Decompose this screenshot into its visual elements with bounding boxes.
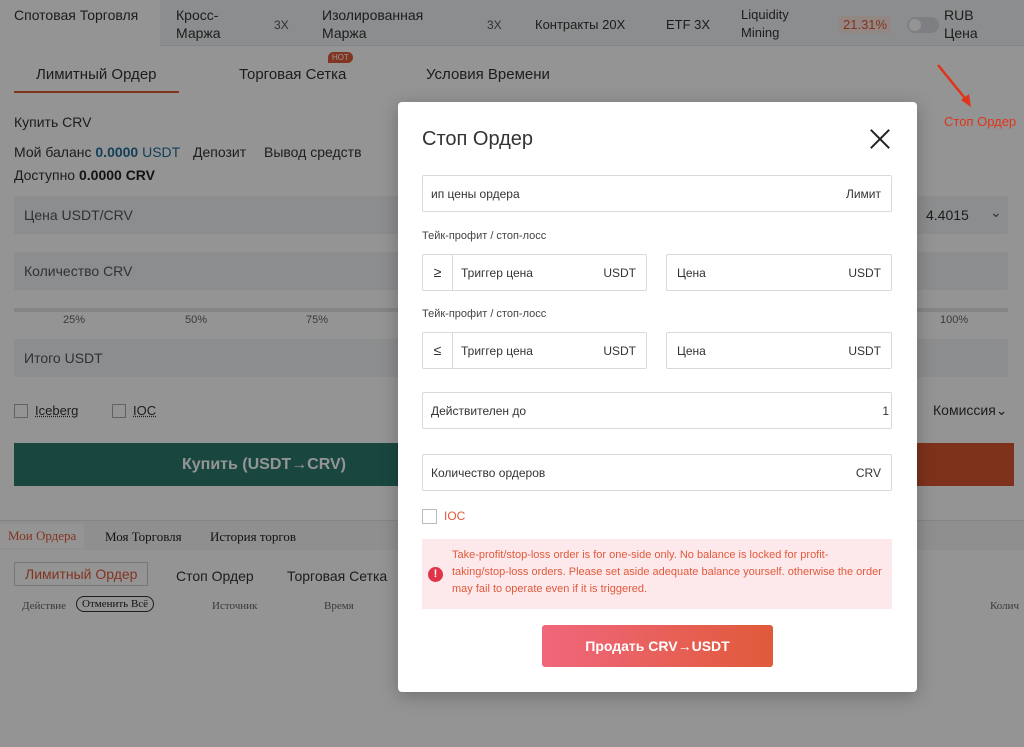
valid-until-label: Действителен до: [431, 404, 527, 418]
price-input-2[interactable]: Цена USDT: [666, 332, 892, 369]
order-count-unit: CRV: [855, 466, 881, 480]
trigger-price-label-2: Триггер цена: [461, 344, 533, 358]
stop-order-modal: Стоп Ордер ип цены ордера Лимит Тейк-про…: [398, 102, 917, 692]
trigger-price-input-ge[interactable]: ≥ Триггер цена USDT: [422, 254, 647, 291]
sell-crv-button[interactable]: Продать CRV→USDT: [542, 625, 773, 667]
close-icon[interactable]: [869, 127, 891, 149]
valid-until-input[interactable]: Действителен до 1: [422, 392, 892, 429]
price-label-2: Цена: [677, 344, 706, 358]
tp-sl-label-2: Тейк-профит / стоп-лосс: [422, 308, 547, 320]
warning-box: ! Take-profit/stop-loss order is for one…: [422, 539, 892, 609]
annotation-arrow-icon: [937, 64, 971, 107]
less-equal-operator[interactable]: ≤: [423, 333, 453, 368]
trigger-price-input-le[interactable]: ≤ Триггер цена USDT: [422, 332, 647, 369]
modal-ioc-checkbox[interactable]: [422, 509, 437, 524]
order-price-type-select[interactable]: ип цены ордера Лимит: [422, 175, 892, 212]
stop-order-link[interactable]: Стоп Ордер: [944, 114, 1016, 129]
price-label-1: Цена: [677, 266, 706, 280]
price-unit-2: USDT: [848, 344, 881, 358]
trigger-price-unit: USDT: [603, 266, 636, 280]
trigger-price-label: Триггер цена: [461, 266, 533, 280]
modal-title: Стоп Ордер: [422, 128, 534, 150]
tp-sl-label-1: Тейк-профит / стоп-лосс: [422, 230, 547, 242]
greater-equal-operator[interactable]: ≥: [423, 255, 453, 290]
alert-icon: !: [428, 567, 443, 582]
modal-ioc-label: IOC: [444, 509, 466, 523]
price-input-1[interactable]: Цена USDT: [666, 254, 892, 291]
order-price-type-label: ип цены ордера: [431, 187, 520, 201]
valid-until-value: 1: [882, 404, 889, 418]
order-count-input[interactable]: Количество ордеров CRV: [422, 454, 892, 491]
warning-text: Take-profit/stop-loss order is for one-s…: [452, 549, 882, 595]
order-count-label: Количество ордеров: [431, 466, 546, 480]
order-price-type-value: Лимит: [845, 187, 881, 201]
price-unit-1: USDT: [848, 266, 881, 280]
trigger-price-unit-2: USDT: [603, 344, 636, 358]
